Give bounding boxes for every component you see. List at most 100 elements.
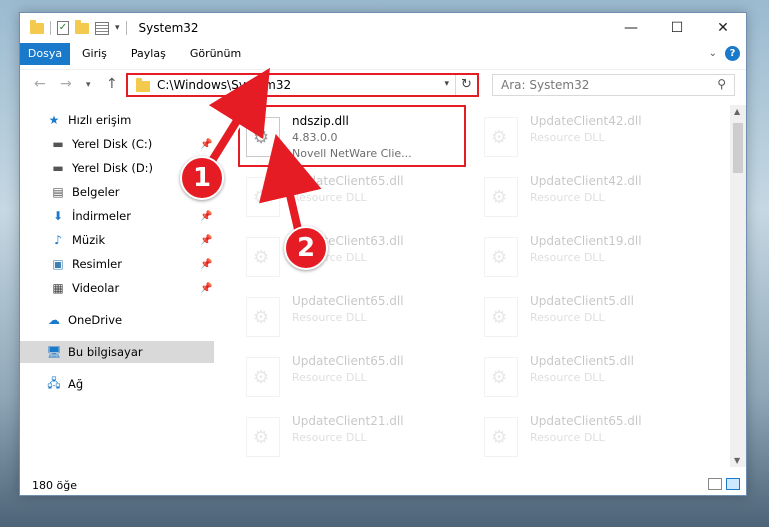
nav-downloads[interactable]: ⬇ İndirmeler 📌	[20, 205, 214, 227]
dll-file-icon	[484, 237, 518, 277]
pin-icon[interactable]: 📌	[200, 235, 212, 246]
file-item[interactable]: UpdateClient65.dll Resource DLL	[246, 293, 466, 345]
nav-label: Ağ	[68, 377, 84, 391]
file-description: Resource DLL	[530, 191, 605, 204]
nav-network[interactable]: 🖧 Ağ	[20, 373, 214, 395]
pin-icon[interactable]: 📌	[200, 259, 212, 270]
file-item[interactable]: UpdateClient5.dll Resource DLL	[484, 293, 704, 345]
large-icons-view-icon[interactable]	[726, 478, 740, 490]
pin-icon[interactable]: 📌	[200, 139, 212, 150]
nav-onedrive[interactable]: ☁ OneDrive	[20, 309, 214, 331]
nav-label: Yerel Disk (C:)	[72, 137, 153, 151]
file-description: Resource DLL	[292, 371, 367, 384]
divider	[50, 21, 51, 35]
pin-icon[interactable]: 📌	[200, 283, 212, 294]
details-view-icon[interactable]	[708, 478, 722, 490]
nav-this-pc[interactable]: 🖥 Bu bilgisayar	[20, 341, 214, 363]
ribbon-tabs: Dosya Giriş Paylaş Görünüm ⌄ ?	[20, 43, 746, 65]
search-icon[interactable]: ⚲	[717, 77, 726, 91]
divider	[125, 21, 127, 35]
file-name: UpdateClient19.dll	[530, 234, 642, 248]
tab-share[interactable]: Paylaş	[119, 43, 178, 65]
file-description: Resource DLL	[530, 431, 605, 444]
callout-badge-2: 2	[284, 226, 328, 270]
file-item[interactable]: UpdateClient21.dll Resource DLL	[246, 413, 466, 465]
dll-file-icon	[484, 117, 518, 157]
ribbon-controls: ⌄ ?	[709, 46, 740, 61]
vertical-scrollbar[interactable]: ▲ ▼	[730, 105, 746, 467]
file-name: UpdateClient65.dll	[292, 354, 404, 368]
tab-home[interactable]: Giriş	[70, 43, 119, 65]
file-name: UpdateClient65.dll	[292, 174, 404, 188]
close-button[interactable]: ✕	[700, 13, 746, 43]
nav-pictures[interactable]: ▣ Resimler 📌	[20, 253, 214, 275]
window-controls: — ☐ ✕	[608, 13, 746, 43]
dll-file-icon	[484, 177, 518, 217]
file-name: UpdateClient42.dll	[530, 174, 642, 188]
nav-videos[interactable]: ▦ Videolar 📌	[20, 277, 214, 299]
pictures-icon: ▣	[52, 257, 64, 271]
file-description: Resource DLL	[530, 251, 605, 264]
drive-icon: ▬	[52, 137, 64, 151]
file-name: UpdateClient65.dll	[530, 414, 642, 428]
properties-check-icon[interactable]: ✓	[57, 21, 69, 35]
scrollbar-thumb[interactable]	[733, 123, 743, 173]
cloud-icon: ☁	[48, 313, 60, 327]
explorer-window: ✓ ▾ System32 — ☐ ✕ Dosya Giriş Paylaş Gö…	[19, 12, 747, 496]
maximize-button[interactable]: ☐	[654, 13, 700, 43]
scroll-down-icon[interactable]: ▼	[734, 456, 740, 465]
dll-file-icon	[484, 297, 518, 337]
file-item[interactable]: UpdateClient19.dll Resource DLL	[484, 233, 704, 285]
computer-icon: 🖥	[46, 345, 62, 359]
nav-quick-access[interactable]: ★ Hızlı erişim	[20, 109, 214, 131]
nav-label: Hızlı erişim	[68, 113, 132, 127]
star-icon: ★	[48, 113, 60, 127]
forward-arrow-icon[interactable]: →	[60, 76, 72, 92]
nav-label: Müzik	[72, 233, 106, 247]
view-toggle	[708, 478, 740, 490]
file-item[interactable]: UpdateClient5.dll Resource DLL	[484, 353, 704, 405]
back-arrow-icon[interactable]: ←	[34, 76, 46, 92]
recent-locations-icon[interactable]: ▾	[86, 80, 91, 90]
nav-label: İndirmeler	[72, 209, 131, 223]
refresh-icon[interactable]: ↻	[455, 75, 477, 95]
music-icon: ♪	[54, 233, 62, 247]
file-item[interactable]: UpdateClient65.dll Resource DLL	[246, 173, 466, 225]
nav-label: Resimler	[72, 257, 122, 271]
expand-ribbon-icon[interactable]: ⌄	[709, 48, 717, 59]
video-icon: ▦	[52, 281, 64, 295]
pin-icon[interactable]: 📌	[200, 211, 212, 222]
file-item[interactable]: UpdateClient42.dll Resource DLL	[484, 173, 704, 225]
scroll-up-icon[interactable]: ▲	[734, 107, 740, 116]
status-bar: 180 öğe	[20, 475, 746, 495]
address-dropdown-icon[interactable]: ▾	[444, 79, 449, 89]
nav-label: Belgeler	[72, 185, 120, 199]
file-item[interactable]: UpdateClient65.dll Resource DLL	[246, 353, 466, 405]
search-input[interactable]: Ara: System32 ⚲	[492, 74, 735, 96]
dll-file-icon	[246, 357, 280, 397]
file-item[interactable]: UpdateClient63.dll Resource DLL	[246, 233, 466, 285]
tab-view[interactable]: Görünüm	[178, 43, 253, 65]
dll-file-icon	[246, 237, 280, 277]
dll-file-icon	[246, 417, 280, 457]
customize-toolbar-icon[interactable]: ▾	[115, 23, 120, 33]
properties-icon[interactable]	[95, 21, 109, 35]
up-arrow-icon[interactable]: ↑	[106, 76, 118, 92]
file-item[interactable]: UpdateClient65.dll Resource DLL	[484, 413, 704, 465]
file-name: UpdateClient5.dll	[530, 354, 634, 368]
new-folder-icon[interactable]	[75, 19, 89, 34]
nav-music[interactable]: ♪ Müzik 📌	[20, 229, 214, 251]
minimize-button[interactable]: —	[608, 13, 654, 43]
dll-file-icon	[484, 357, 518, 397]
address-row: ← → ▾ ↑ C:\Windows\System32 ▾ ↻ Ara: Sys…	[20, 69, 746, 99]
tab-file[interactable]: Dosya	[20, 43, 70, 65]
address-path[interactable]: C:\Windows\System32	[157, 78, 291, 92]
file-description: Resource DLL	[530, 131, 605, 144]
dll-file-icon	[484, 417, 518, 457]
address-bar[interactable]: C:\Windows\System32 ▾ ↻	[126, 73, 479, 97]
nav-local-disk-c[interactable]: ▬ Yerel Disk (C:) 📌	[20, 133, 214, 155]
download-icon: ⬇	[52, 209, 64, 223]
nav-label: Yerel Disk (D:)	[72, 161, 154, 175]
file-item[interactable]: UpdateClient42.dll Resource DLL	[484, 113, 704, 165]
help-icon[interactable]: ?	[725, 46, 740, 61]
